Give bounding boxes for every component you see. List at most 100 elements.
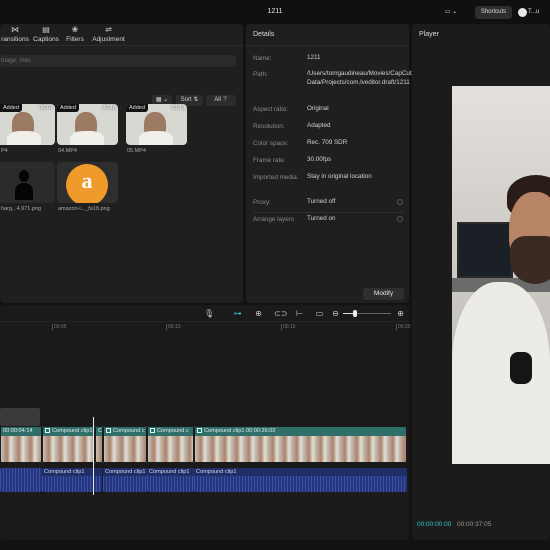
ruler-mark: 00:10 [166, 324, 181, 330]
playhead[interactable] [93, 417, 94, 495]
media-item-4[interactable] [0, 162, 55, 203]
detail-value: Turned on [307, 215, 336, 222]
divider [246, 45, 409, 46]
timeline-ruler[interactable]: 00:05 00:10 00:15 00:20 [0, 323, 411, 333]
total-time: 00:00:37:05 [457, 521, 492, 528]
ruler-mark: 00:05 [52, 324, 67, 330]
filter-icon: ⊤ [222, 97, 228, 103]
details-title: Details [253, 31, 275, 38]
filters-icon: ❀ [71, 25, 79, 34]
detail-label: Arrange layers [253, 216, 294, 223]
main-track-magnet-icon[interactable]: ⊶ [233, 309, 242, 318]
auto-snap-icon[interactable]: ⊕ [254, 309, 263, 318]
divider [253, 212, 405, 213]
clip-label: Compound clip1 [103, 468, 147, 476]
clip-label: Compound clip1 [43, 427, 94, 436]
timeline-clip[interactable]: Compound clip1 00:00:26:02 [194, 426, 407, 463]
timeline-clip[interactable]: Compound clip1 [42, 426, 95, 463]
media-item-label: 04.MP4 [58, 148, 77, 154]
tab-transitions[interactable]: ⋈ ransitions [0, 25, 30, 44]
detail-label: Name: [253, 55, 272, 62]
info-icon[interactable] [397, 199, 403, 205]
profile-button[interactable]: T...u [516, 6, 550, 19]
filter-all-label: All [214, 97, 221, 103]
detail-value: /Users/tomgaudineau/Movies/CapCut/User D… [307, 70, 427, 86]
media-item-3[interactable]: Added 00:13 [126, 104, 187, 145]
media-item-label: amazon-i..._fa18.png [58, 206, 110, 212]
timeline-clip[interactable]: Compound c [147, 426, 194, 463]
detail-label: Proxy: [253, 199, 271, 206]
media-item-2[interactable]: Added 00:16 [57, 104, 118, 145]
clip-label: Compound clip1 00:00:26:02 [195, 427, 406, 436]
grid-icon: ▦ ⌄ [155, 97, 169, 103]
video-preview[interactable] [452, 86, 550, 464]
zoom-slider-handle[interactable] [353, 310, 357, 317]
preview-axis-icon[interactable]: ⊢ [295, 309, 304, 318]
divider [0, 45, 243, 46]
timeline-panel: 🎙 ⊶ ⊕ ⊂⊃ ⊢ ▭ ⊖ ⊕ 00:05 00:10 00:15 00:20… [0, 305, 411, 540]
audio-clip[interactable]: Compound clip1 [103, 468, 147, 492]
filter-all-button[interactable]: All ⊤ [206, 95, 236, 106]
transitions-icon: ⋈ [11, 25, 19, 34]
timeline-toolbar: 🎙 ⊶ ⊕ ⊂⊃ ⊢ ▭ ⊖ ⊕ [0, 305, 409, 322]
zoom-in-icon[interactable]: ⊕ [396, 309, 405, 318]
adjustment-icon: ⇌ [105, 25, 112, 34]
added-badge: Added [0, 104, 22, 112]
shortcuts-button[interactable]: Shortcuts [475, 6, 512, 19]
layout-icon[interactable]: ▭ ⌄ [441, 6, 461, 19]
sort-label: Sort [180, 97, 192, 103]
profile-name: T...u [528, 9, 540, 15]
tab-adjustment[interactable]: ⇌ Adjustment [91, 25, 126, 44]
detail-value: Original [307, 105, 329, 112]
timeline-clip[interactable]: 00:00:04:14 [0, 426, 42, 463]
microphone-icon[interactable]: 🎙 [204, 309, 214, 318]
player-title: Player [419, 31, 439, 38]
clip-label: Compound clip1 [194, 468, 407, 476]
monitor-image [457, 222, 513, 278]
clip-label: Co [96, 427, 102, 436]
microphone-image [510, 352, 532, 384]
info-icon[interactable] [397, 216, 403, 222]
media-item-label: 05.MP4 [127, 148, 146, 154]
person-silhouette-icon [15, 170, 33, 200]
added-badge: Added [126, 104, 148, 112]
clip-label: Compound c [148, 427, 193, 436]
amazon-logo-icon: a [66, 164, 108, 203]
overlay-clip[interactable] [0, 408, 40, 426]
duration-label: 00:07 [39, 105, 53, 111]
link-icon[interactable]: ⊂⊃ [274, 309, 287, 318]
clip-label: 00:00:04:14 [1, 427, 41, 436]
audio-clip[interactable] [0, 468, 42, 492]
duration-label: 00:16 [102, 105, 116, 111]
timeline-clip[interactable]: Co [95, 426, 103, 463]
timeline-clip[interactable]: Compound c [103, 426, 147, 463]
detail-label: Path: [253, 71, 268, 78]
detail-value: 1211 [307, 54, 321, 61]
duration-label: 00:13 [171, 105, 185, 111]
detail-value: 30.00fps [307, 156, 332, 163]
media-item-label: harg...4.971.png [1, 206, 42, 212]
audio-clip[interactable]: Compound clip1 [194, 468, 407, 492]
search-input[interactable]: mage, mes [0, 55, 236, 67]
avatar [518, 8, 527, 17]
media-item-5[interactable]: a [57, 162, 118, 203]
detail-label: Resolution: [253, 123, 285, 130]
ruler-mark: 00:15 [281, 324, 296, 330]
tab-label: Captions [33, 36, 59, 43]
ruler-mark: 00:20 [396, 324, 411, 330]
details-panel: Details Name: 1211 Path: /Users/tomgaudi… [246, 24, 427, 303]
screen-icon[interactable]: ▭ [315, 309, 324, 318]
clip-label: Compound c [104, 427, 146, 436]
audio-clip[interactable]: Compound clip1 [147, 468, 194, 492]
sort-icon: ⇅ [193, 97, 199, 103]
title-bar: 1211 ▭ ⌄ Shortcuts T...u [0, 0, 550, 24]
media-item-1[interactable]: Added 00:07 [0, 104, 55, 145]
modify-button[interactable]: Modify [363, 288, 404, 300]
tab-filters[interactable]: ❀ Filters [64, 25, 86, 44]
tab-label: Adjustment [92, 36, 125, 43]
zoom-out-icon[interactable]: ⊖ [331, 309, 340, 318]
detail-value: Stay in original location [307, 173, 372, 180]
tab-label: Filters [66, 36, 84, 43]
tab-captions[interactable]: ▤ Captions [32, 26, 60, 44]
added-badge: Added [57, 104, 79, 112]
